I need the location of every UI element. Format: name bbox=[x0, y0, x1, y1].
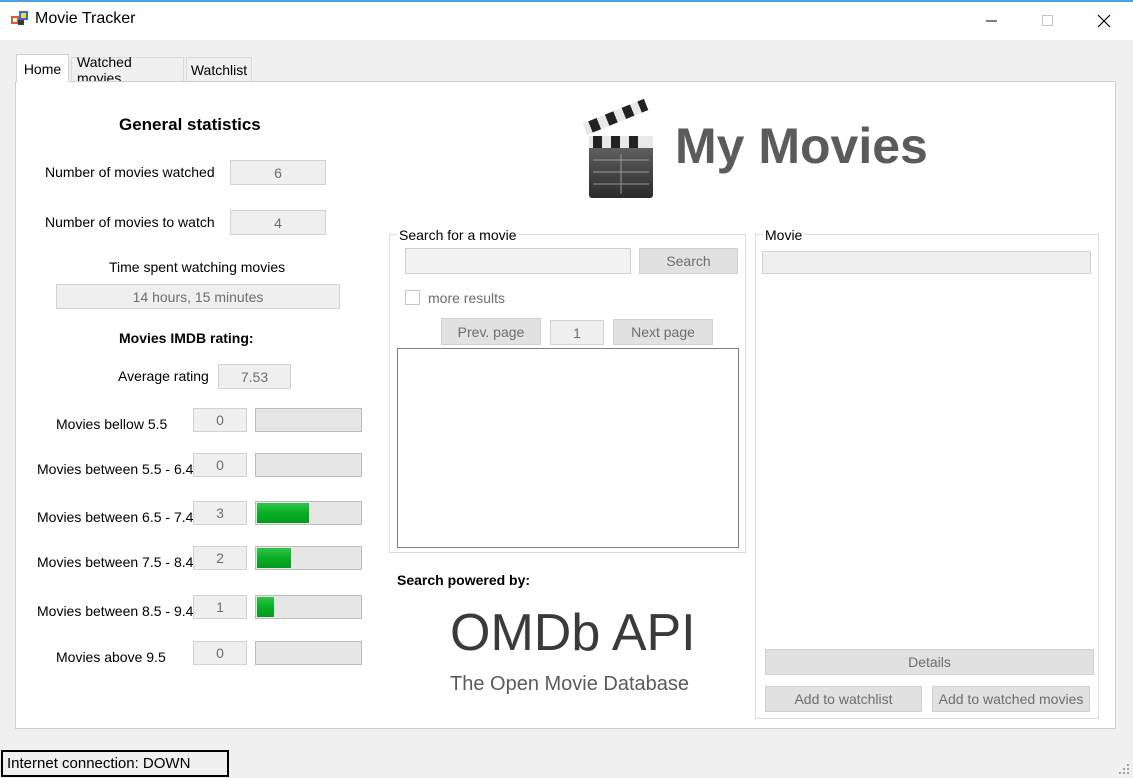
internet-status-label: Internet connection: DOWN bbox=[1, 750, 229, 777]
minimize-button[interactable] bbox=[964, 2, 1020, 40]
towatch-count-label: Number of movies to watch bbox=[45, 214, 215, 230]
time-spent-value: 14 hours, 15 minutes bbox=[56, 284, 340, 309]
bucket-count-7-5-8-4: 2 bbox=[193, 546, 247, 570]
bucket-label-above-9-5: Movies above 9.5 bbox=[56, 649, 166, 665]
add-to-watched-button[interactable]: Add to watched movies bbox=[932, 686, 1090, 712]
bucket-label-6-5-7-4: Movies between 6.5 - 7.4 bbox=[37, 509, 194, 525]
clapperboard-icon bbox=[582, 98, 659, 202]
bucket-count-5-5-6-4: 0 bbox=[193, 453, 247, 477]
bucket-count-above-9-5: 0 bbox=[193, 641, 247, 665]
bucket-label-5-5-6-4: Movies between 5.5 - 6.4 bbox=[37, 461, 194, 477]
bucket-count-below-5-5: 0 bbox=[193, 408, 247, 432]
next-page-button[interactable]: Next page bbox=[613, 319, 713, 345]
more-results-checkbox[interactable] bbox=[405, 290, 420, 305]
average-rating-value: 7.53 bbox=[218, 364, 291, 389]
bucket-bar-5-5-6-4 bbox=[255, 453, 362, 477]
watched-count-label: Number of movies watched bbox=[45, 164, 215, 180]
tab-watchlist[interactable]: Watchlist bbox=[186, 57, 252, 81]
movie-group-label: Movie bbox=[763, 227, 805, 243]
prev-page-button[interactable]: Prev. page bbox=[441, 318, 541, 345]
watched-count-value: 6 bbox=[230, 160, 326, 185]
bucket-count-6-5-7-4: 3 bbox=[193, 501, 247, 525]
close-button[interactable] bbox=[1076, 2, 1132, 40]
logo-text: My Movies bbox=[675, 118, 928, 174]
omdb-logo-text: OMDb API bbox=[450, 604, 696, 662]
time-spent-label: Time spent watching movies bbox=[109, 259, 286, 275]
bucket-bar-8-5-9-4 bbox=[255, 595, 362, 619]
more-results-label: more results bbox=[428, 290, 506, 306]
rating-heading: Movies IMDB rating: bbox=[119, 330, 254, 346]
powered-by-label: Search powered by: bbox=[397, 572, 531, 588]
minimize-icon bbox=[986, 20, 997, 22]
average-rating-label: Average rating bbox=[118, 368, 209, 384]
bucket-fill bbox=[257, 597, 274, 617]
search-input[interactable] bbox=[405, 248, 631, 274]
bucket-fill bbox=[257, 503, 309, 523]
bucket-count-8-5-9-4: 1 bbox=[193, 595, 247, 619]
window-title: Movie Tracker bbox=[35, 10, 136, 27]
bucket-fill bbox=[257, 548, 291, 568]
app-icon bbox=[11, 10, 29, 26]
tab-home[interactable]: Home bbox=[16, 54, 69, 82]
towatch-count-value: 4 bbox=[230, 210, 326, 235]
movie-title-field bbox=[762, 251, 1091, 274]
close-icon bbox=[1097, 14, 1111, 28]
bucket-bar-7-5-8-4 bbox=[255, 546, 362, 570]
bucket-label-7-5-8-4: Movies between 7.5 - 8.4 bbox=[37, 554, 194, 570]
maximize-button[interactable] bbox=[1020, 2, 1076, 40]
movie-group bbox=[755, 234, 1099, 719]
tab-watched-movies[interactable]: Watched movies bbox=[71, 54, 184, 86]
add-to-watchlist-button[interactable]: Add to watchlist bbox=[765, 686, 922, 712]
search-results-list[interactable] bbox=[397, 348, 739, 548]
search-group-label: Search for a movie bbox=[397, 227, 519, 243]
details-button[interactable]: Details bbox=[765, 649, 1094, 675]
stats-heading: General statistics bbox=[119, 115, 261, 134]
bucket-bar-below-5-5 bbox=[255, 408, 362, 432]
omdb-tagline: The Open Movie Database bbox=[450, 673, 690, 695]
bucket-label-8-5-9-4: Movies between 8.5 - 9.4 bbox=[37, 603, 194, 619]
maximize-icon bbox=[1042, 15, 1053, 26]
page-number-field[interactable]: 1 bbox=[550, 320, 604, 345]
search-button[interactable]: Search bbox=[639, 248, 738, 274]
resize-grip-icon[interactable] bbox=[1118, 763, 1130, 775]
bucket-label-below-5-5: Movies bellow 5.5 bbox=[56, 416, 168, 432]
bucket-bar-above-9-5 bbox=[255, 641, 362, 665]
bucket-bar-6-5-7-4 bbox=[255, 501, 362, 525]
